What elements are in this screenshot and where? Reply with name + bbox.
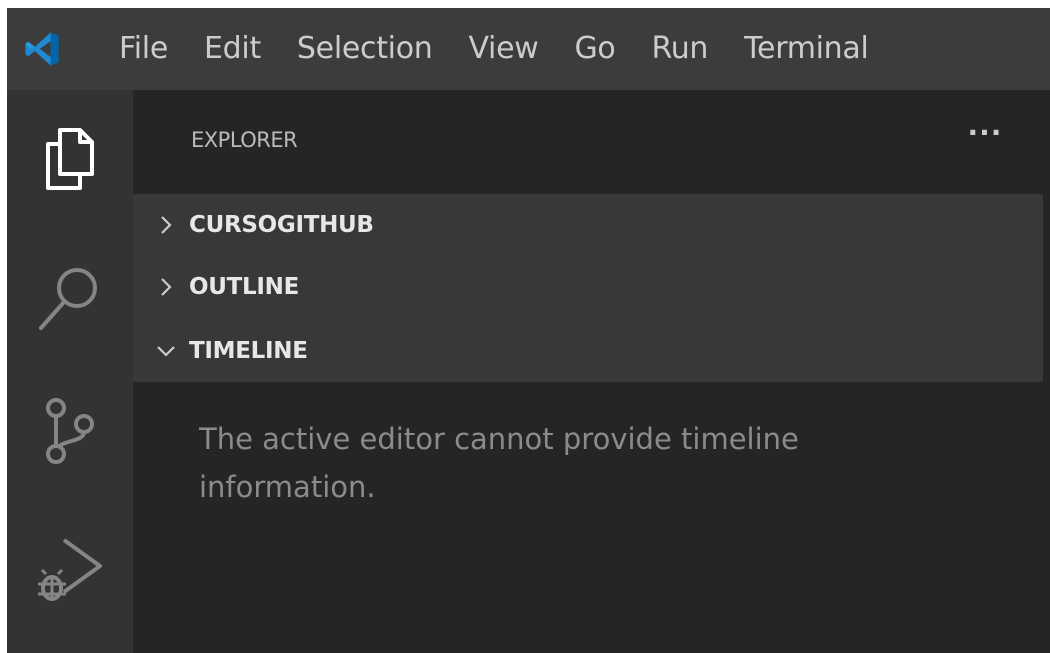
section-label: CURSOGITHUB <box>189 212 374 238</box>
chevron-down-icon <box>151 336 181 366</box>
sidebar-sections: CURSOGITHUB OUTLINE TIMELINE <box>133 194 1043 382</box>
menu-edit[interactable]: Edit <box>186 8 279 90</box>
run-debug-icon <box>38 538 102 601</box>
sidebar: EXPLORER ··· CURSOGITHUB OUTLINE TIMELIN… <box>133 90 1050 653</box>
chevron-right-icon <box>151 272 181 302</box>
menu-file[interactable]: File <box>77 8 186 90</box>
files-icon <box>46 128 94 190</box>
chevron-right-icon <box>151 210 181 240</box>
menu-terminal[interactable]: Terminal <box>726 8 886 90</box>
menu-items: File Edit Selection View Go Run Terminal <box>77 8 887 90</box>
vscode-logo-icon[interactable] <box>7 8 77 90</box>
section-cursogithub[interactable]: CURSOGITHUB <box>133 194 1043 256</box>
section-label: TIMELINE <box>189 338 308 364</box>
activity-source-control[interactable] <box>7 362 133 500</box>
section-label: OUTLINE <box>189 274 299 300</box>
activity-bar <box>7 90 133 653</box>
menu-bar: File Edit Selection View Go Run Terminal <box>7 8 1050 90</box>
menu-run[interactable]: Run <box>634 8 727 90</box>
activity-run-debug[interactable] <box>7 500 133 638</box>
timeline-empty-message: The active editor cannot provide timelin… <box>199 422 799 504</box>
sidebar-title: EXPLORER <box>191 128 298 152</box>
source-control-icon <box>46 398 94 464</box>
section-timeline[interactable]: TIMELINE <box>133 320 1043 382</box>
activity-explorer[interactable] <box>7 90 133 228</box>
sidebar-header: EXPLORER ··· <box>133 90 1050 194</box>
activity-search[interactable] <box>7 228 133 366</box>
more-actions-button[interactable]: ··· <box>960 118 1010 158</box>
section-outline[interactable]: OUTLINE <box>133 256 1043 318</box>
vscode-window: File Edit Selection View Go Run Terminal <box>7 8 1050 653</box>
menu-view[interactable]: View <box>450 8 556 90</box>
menu-selection[interactable]: Selection <box>279 8 451 90</box>
search-icon <box>39 268 97 330</box>
menu-go[interactable]: Go <box>556 8 633 90</box>
